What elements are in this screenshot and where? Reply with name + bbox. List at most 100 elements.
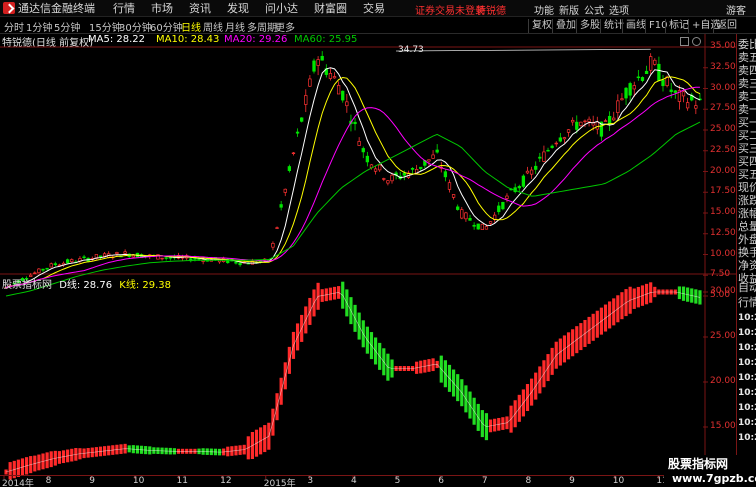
x-tick-label: 2015年 <box>263 479 296 487</box>
tick-time: 10:26 <box>738 433 756 443</box>
candle-body <box>562 137 567 140</box>
candle-body <box>566 129 571 133</box>
x-tick-label: 8 <box>525 476 532 486</box>
candle-body <box>616 100 620 113</box>
candle-body <box>386 180 390 184</box>
candle-body <box>365 155 370 163</box>
x-tick-label: 9 <box>89 476 95 486</box>
candle-body <box>353 121 357 125</box>
candle-body <box>624 87 628 99</box>
candle-body <box>464 212 468 220</box>
x-tick-label: 8 <box>45 476 52 486</box>
candle-body <box>443 171 448 178</box>
candle-body <box>435 149 439 153</box>
candle-body <box>361 148 365 153</box>
candle-body <box>484 226 489 230</box>
candle-body <box>542 151 546 162</box>
candle-body <box>546 149 550 152</box>
quote-field-label: 买二 <box>738 129 756 142</box>
x-tick-label: 5 <box>394 476 401 486</box>
quote-field-label: 买三 <box>738 142 756 155</box>
candle-body <box>419 166 423 169</box>
sub-y-tick-label: 15.00 <box>710 421 736 431</box>
quote-field-label: 涨跌 <box>738 194 756 207</box>
candle-body <box>304 95 308 105</box>
indicator-info-row: 股票指标网 D线: 28.76 K线: 29.38 <box>2 276 175 291</box>
candle-body <box>517 186 521 189</box>
candle-body <box>373 168 378 172</box>
ma60-line <box>5 121 701 297</box>
tick-time: 10:26 <box>738 328 756 338</box>
candle-body <box>357 141 361 146</box>
candle-body <box>65 259 70 264</box>
candle-body <box>571 119 575 123</box>
x-tick-label: 12 <box>220 476 232 486</box>
candle-body <box>390 174 394 182</box>
candle-body <box>431 154 435 159</box>
x-tick-label: 2014年 <box>2 479 34 487</box>
candle-body <box>320 55 324 61</box>
sub-y-tick-label: 30.00 <box>710 286 736 296</box>
candle-body <box>538 156 542 159</box>
candle-body <box>661 79 665 87</box>
candle-body <box>636 76 641 79</box>
candle-body <box>534 165 538 170</box>
watermark: 股票指标网 www.7gpzb.com <box>664 455 756 487</box>
quote-field-label: 买五 <box>738 168 756 181</box>
candle-body <box>336 85 341 95</box>
candle-body <box>238 262 242 266</box>
y-tick-label: 15.00 <box>710 207 736 217</box>
candle-body <box>476 223 480 230</box>
sub-y-tick-label: 25.00 <box>710 331 736 341</box>
tick-time: 10:26 <box>738 358 756 368</box>
x-tick-label: 3 <box>307 476 314 486</box>
candle-body <box>168 257 172 259</box>
x-axis: 2014年891011122015年3456789101112 <box>0 475 736 487</box>
candle-body <box>612 117 616 121</box>
indicator-bar <box>4 469 8 475</box>
y-tick-label: 12.50 <box>710 227 736 238</box>
candle-body <box>164 257 168 259</box>
candle-body <box>98 255 103 258</box>
tick-time: 10:26 <box>738 403 756 413</box>
candle-body <box>115 252 119 255</box>
candle-body <box>529 169 534 175</box>
x-tick-label: 4 <box>351 476 357 486</box>
candle-body <box>554 142 558 145</box>
candle-body <box>295 131 300 134</box>
y-tick-label: 32.50 <box>710 61 736 72</box>
candle-body <box>685 102 690 109</box>
quote-field-label: 现价 <box>738 181 756 194</box>
y-tick-label: 20.00 <box>710 165 736 176</box>
candle-body <box>271 242 275 248</box>
candle-body <box>501 202 505 210</box>
candle-body <box>488 221 493 224</box>
candle-body <box>649 56 653 71</box>
candle-body <box>308 78 312 87</box>
quote-field-label: 卖四 <box>738 64 756 77</box>
candle-body <box>669 89 673 92</box>
candle-body <box>451 194 456 198</box>
candle-body <box>525 170 530 174</box>
candle-body <box>644 70 649 74</box>
y-tick-label: 17.50 <box>710 186 736 197</box>
tick-time: 10:26 <box>738 313 756 323</box>
candle-body <box>312 60 316 72</box>
candle-body <box>550 145 554 148</box>
candle-body <box>316 59 320 66</box>
indicator-k-value: K线: 29.38 <box>119 280 171 291</box>
tick-time: 10:26 <box>738 343 756 353</box>
candle-body <box>607 115 612 125</box>
candle-body <box>378 164 382 171</box>
sub-y-tick-label: 20.00 <box>710 376 736 386</box>
quote-side-panel: 委比卖五卖四卖三卖二卖一买一买二买三买四买五现价涨跌涨幅总量外盘换手净资收益自动… <box>736 34 756 487</box>
candle-body <box>673 90 677 93</box>
y-tick-label: 30.00 <box>710 82 736 93</box>
candle-body <box>45 267 49 270</box>
side-tab[interactable]: 自动 <box>738 281 756 294</box>
watermark-url: www.7gpzb.com <box>672 472 756 485</box>
quote-field-label: 总量 <box>738 220 756 233</box>
side-tab[interactable]: 行情 <box>738 296 756 309</box>
quote-field-label: 委比 <box>738 38 756 51</box>
kline-chart[interactable] <box>0 0 736 487</box>
